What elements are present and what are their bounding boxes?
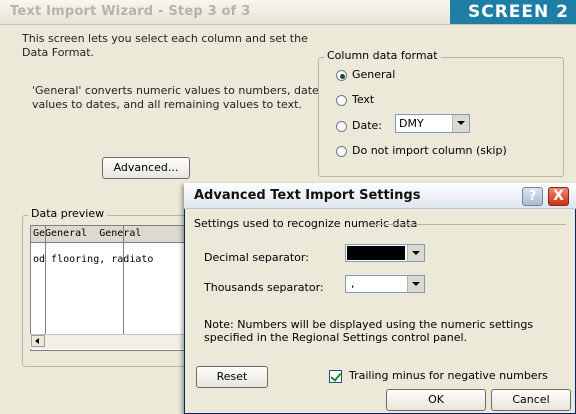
chevron-down-icon[interactable]	[407, 245, 424, 261]
wizard-title: Text Import Wizard - Step 3 of 3	[10, 4, 251, 19]
ok-button-label: OK	[428, 393, 444, 406]
date-format-value: DMY	[399, 117, 424, 130]
preview-column-divider	[45, 226, 46, 346]
date-format-select[interactable]: DMY	[395, 114, 470, 133]
radio-date[interactable]	[336, 121, 347, 132]
reset-button[interactable]: Reset	[196, 366, 268, 388]
trailing-minus-label: Trailing minus for negative numbers	[349, 369, 548, 382]
thousands-separator-label: Thousands separator:	[204, 281, 324, 294]
preview-data-row: od flooring, radiato	[33, 254, 154, 265]
chevron-down-icon[interactable]	[407, 276, 424, 292]
close-icon[interactable]: X	[548, 187, 569, 206]
decimal-separator-label: Decimal separator:	[204, 251, 309, 264]
thousands-separator-select[interactable]	[345, 275, 425, 293]
decimal-separator-value	[347, 246, 405, 260]
advanced-button[interactable]: Advanced...	[102, 157, 190, 179]
radio-date-label: Date:	[352, 119, 382, 132]
regional-settings-note: Note: Numbers will be displayed using th…	[204, 318, 534, 344]
chevron-down-icon[interactable]	[452, 115, 469, 132]
column-data-format-legend: Column data format	[324, 49, 441, 62]
radio-skip[interactable]	[336, 146, 347, 157]
thousands-separator-value: ,	[351, 277, 355, 290]
group-divider	[374, 224, 566, 225]
radio-text-label: Text	[352, 93, 375, 106]
advanced-button-label: Advanced...	[113, 161, 179, 174]
screen-badge-label: SCREEN 2	[468, 2, 570, 22]
preview-column-divider	[123, 226, 124, 346]
radio-text[interactable]	[336, 95, 347, 106]
cancel-button[interactable]: Cancel	[491, 389, 571, 411]
trailing-minus-checkbox[interactable]	[329, 370, 342, 383]
cancel-button-label: Cancel	[512, 393, 550, 406]
ok-button[interactable]: OK	[386, 389, 486, 411]
radio-general[interactable]	[336, 70, 347, 81]
help-icon[interactable]: ?	[522, 187, 543, 206]
general-note-text: 'General' converts numeric values to num…	[32, 84, 319, 111]
radio-general-label: General	[352, 68, 396, 81]
intro-text: This screen lets you select each column …	[22, 32, 308, 59]
data-preview-legend: Data preview	[28, 207, 108, 220]
advanced-dialog-title: Advanced Text Import Settings	[194, 188, 421, 203]
reset-button-label: Reset	[216, 370, 248, 383]
scroll-left-icon[interactable]	[31, 335, 45, 347]
radio-skip-label: Do not import column (skip)	[352, 144, 507, 157]
